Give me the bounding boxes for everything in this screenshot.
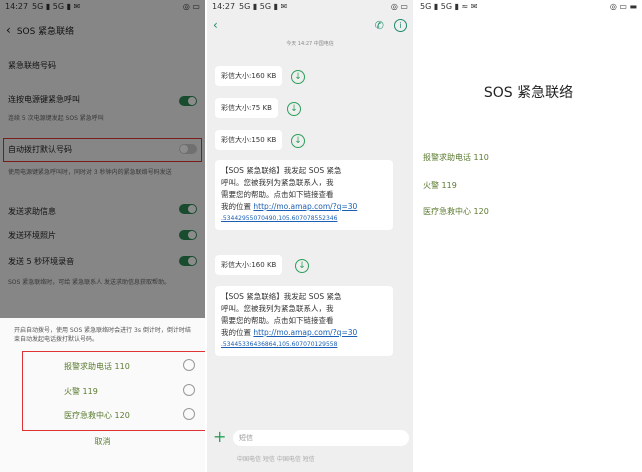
mms-file-2[interactable]: 彩信大小:75 KB [215, 98, 278, 118]
download-icon[interactable]: ↓ [287, 102, 301, 116]
mms-file-4[interactable]: 彩信大小:160 KB [215, 255, 283, 275]
option-police[interactable]: 报警求助电话 110 [26, 356, 201, 376]
status-right: ◎ ▭ ▬ [609, 2, 637, 11]
location-link[interactable]: http://mo.amap.com/?q=30 [253, 202, 357, 211]
contact-fire[interactable]: 火警 119 [423, 180, 457, 191]
settings-panel: 14:27 5G ▮ 5G ▮ ✉ ◎ ▭ ‹ SOS 紧急联络 紧急联络号码 … [0, 0, 205, 472]
info-icon[interactable]: i [394, 18, 407, 32]
location-link[interactable]: http://mo.amap.com/?q=30 [253, 328, 357, 337]
download-icon[interactable]: ↓ [291, 70, 305, 84]
page-title: SOS 紧急联络 [483, 85, 574, 101]
sos-contacts-panel: 5G ▮ 5G ▮ ≈ ✉ ◎ ▭ ▬ SOS 紧急联络 报警求助电话 110 … [415, 0, 642, 472]
contact-police[interactable]: 报警求助电话 110 [423, 152, 489, 163]
download-icon[interactable]: ↓ [291, 134, 305, 148]
sheet-description: 开启自动拨号，使用 SOS 紧急联络时会进行 3s 倒计时，倒计时结束自动发起电… [14, 327, 191, 343]
back-arrow-icon[interactable]: ‹ [213, 18, 218, 32]
mms-file-3[interactable]: 彩信大小:150 KB [215, 130, 283, 150]
cancel-button[interactable]: 取消 [0, 436, 205, 447]
option-fire[interactable]: 火警 119 [26, 381, 201, 401]
radio-fire[interactable] [183, 384, 195, 396]
phone-icon[interactable]: ✆ [375, 19, 384, 32]
status-signal: 5G ▮ 5G ▮ ✉ [239, 2, 288, 11]
status-signal: 5G ▮ 5G ▮ ≈ ✉ [420, 2, 478, 11]
plus-icon[interactable]: + [213, 428, 226, 446]
time-label: 今天 14:27 中国电信 [286, 41, 334, 47]
status-bar: 5G ▮ 5G ▮ ≈ ✉ ◎ ▭ ▬ [415, 0, 642, 14]
status-time: 14:27 [212, 2, 236, 11]
sim-hint: 中国电信 短信 中国电信 短信 [237, 456, 315, 463]
status-right: ◎ ▭ [390, 2, 408, 11]
chat-header: ‹ ✆ i [207, 14, 413, 36]
radio-police[interactable] [183, 359, 195, 371]
message-input[interactable]: 短信 [233, 430, 409, 446]
radio-medical[interactable] [183, 408, 195, 420]
messages-panel: 14:27 5G ▮ 5G ▮ ✉ ◎ ▭ ‹ ✆ i 今天 14:27 中国电… [207, 0, 413, 472]
contact-medical[interactable]: 医疗急救中心 120 [423, 206, 489, 217]
status-bar: 14:27 5G ▮ 5G ▮ ✉ ◎ ▭ [207, 0, 413, 14]
dim-overlay [0, 0, 205, 318]
sos-message-2[interactable]: 【SOS 紧急联络】我发起 SOS 紧急 呼叫。您被我列为紧急联系人，我 需要您… [215, 286, 393, 356]
download-icon[interactable]: ↓ [295, 259, 309, 273]
option-medical[interactable]: 医疗急救中心 120 [26, 405, 201, 425]
mms-file-1[interactable]: 彩信大小:160 KB [215, 66, 283, 86]
message-input-bar: + 短信 [207, 428, 413, 448]
sos-message-1[interactable]: 【SOS 紧急联络】我发起 SOS 紧急 呼叫。您被我列为紧急联系人，我 需要您… [215, 160, 393, 230]
